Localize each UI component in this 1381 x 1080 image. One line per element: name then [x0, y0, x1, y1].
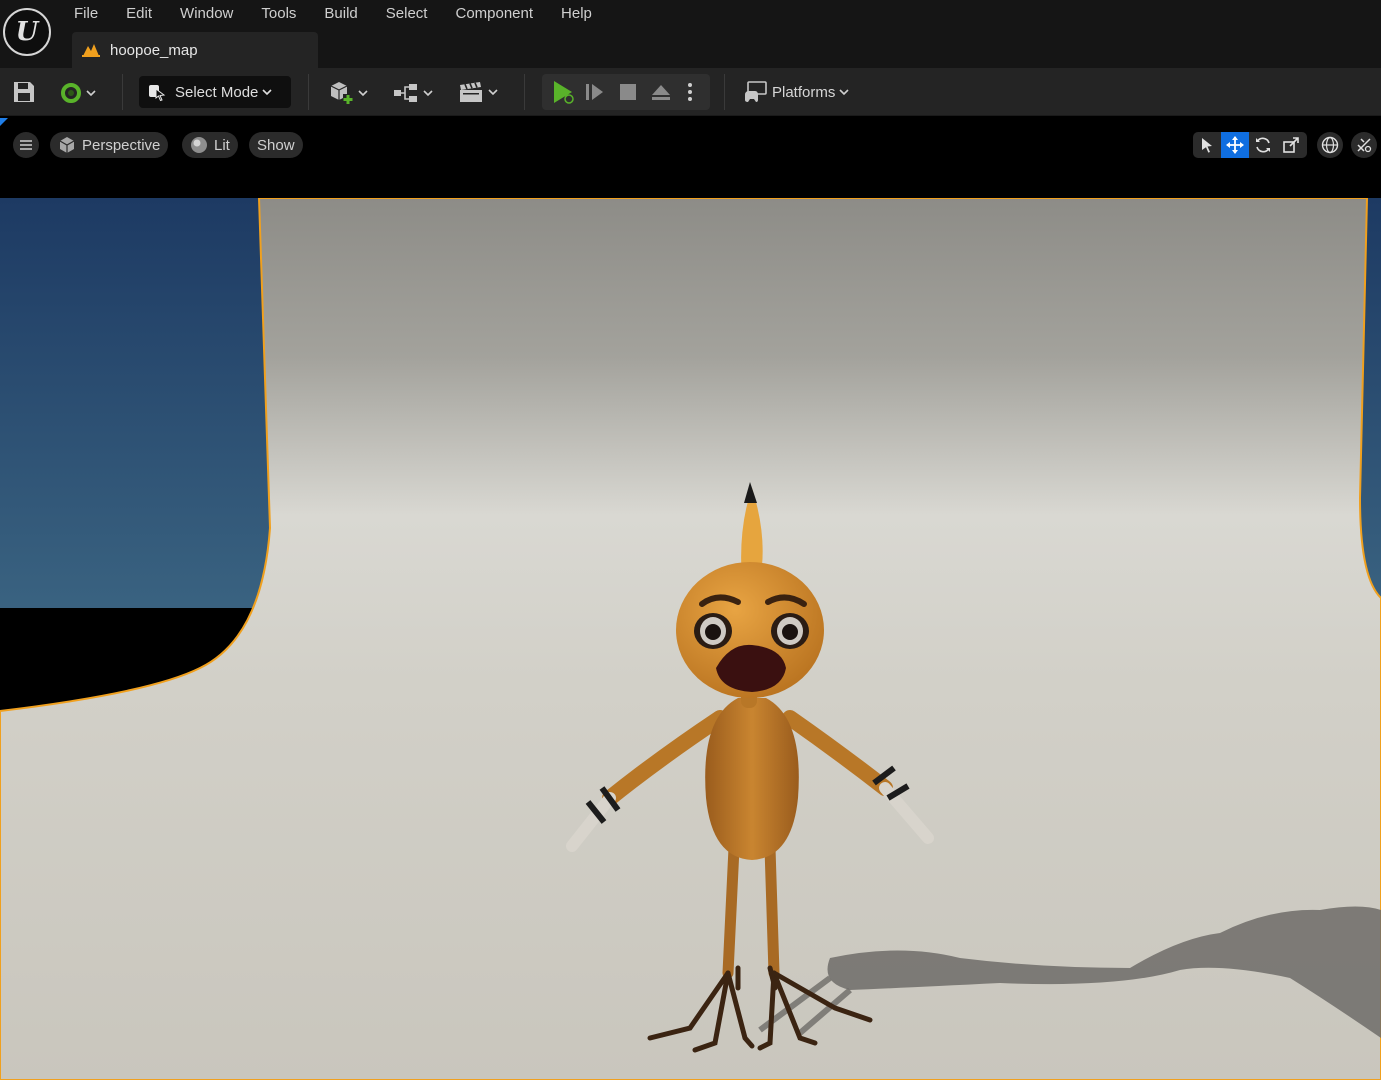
rotate-icon [1256, 137, 1270, 153]
play-button[interactable] [548, 77, 578, 107]
perspective-label: Perspective [82, 136, 161, 154]
lit-sphere-icon [191, 137, 207, 153]
menu-file[interactable]: File [60, 0, 112, 28]
coordinate-space-button[interactable] [1317, 132, 1343, 158]
add-content-button[interactable] [328, 80, 368, 106]
play-icon [554, 81, 574, 104]
menu-tools[interactable]: Tools [247, 0, 310, 28]
level-viewport[interactable]: Perspective Lit Show [0, 118, 1381, 1080]
platforms-label: Platforms [772, 83, 836, 101]
document-tab[interactable]: hoopoe_map [72, 32, 318, 68]
advance-frame-button[interactable] [578, 77, 612, 107]
save-icon [14, 82, 34, 102]
eject-icon [652, 85, 670, 100]
chevron-down-icon [423, 90, 433, 97]
logo-letter: U [15, 17, 39, 47]
select-tool-button[interactable] [1193, 132, 1221, 158]
stop-button[interactable] [612, 77, 644, 107]
lit-label: Lit [214, 136, 230, 154]
hamburger-menu-icon [20, 140, 32, 150]
menu-edit[interactable]: Edit [112, 0, 166, 28]
viewport-toolbar: Perspective Lit Show [0, 118, 1381, 198]
chevron-down-icon [86, 90, 96, 97]
move-arrows-icon [1226, 136, 1244, 154]
scale-tool-button[interactable] [1277, 132, 1305, 158]
chevron-down-icon [488, 89, 498, 96]
blueprints-button[interactable] [393, 82, 433, 104]
menu-bar: File Edit Window Tools Build Select Comp… [60, 0, 606, 28]
blueprint-icon [394, 84, 417, 102]
level-icon [82, 44, 100, 57]
viewport-focus-marker [0, 118, 8, 126]
title-bar: U File Edit Window Tools Build Select Co… [0, 0, 1381, 68]
view-mode-button[interactable]: Lit [182, 132, 238, 158]
step-icon [586, 84, 603, 100]
pointer-icon [1202, 138, 1212, 153]
save-button[interactable] [12, 80, 36, 104]
menu-build[interactable]: Build [310, 0, 371, 28]
globe-icon [1321, 136, 1339, 154]
translate-tool-button[interactable] [1221, 132, 1249, 158]
select-mode-dropdown[interactable]: Select Mode [139, 76, 291, 108]
menu-help[interactable]: Help [547, 0, 606, 28]
select-mode-label: Select Mode [175, 83, 259, 101]
cursor-select-icon [149, 85, 166, 102]
toolbar-divider [724, 74, 725, 110]
rotate-tool-button[interactable] [1249, 132, 1277, 158]
perspective-view-button[interactable]: Perspective [50, 132, 169, 158]
more-options-icon [688, 83, 692, 101]
platforms-dropdown[interactable]: Platforms [744, 76, 849, 108]
source-control-button[interactable] [60, 82, 96, 104]
platforms-icon [745, 81, 767, 102]
surface-snap-icon [1357, 138, 1372, 153]
cinematics-button[interactable] [458, 81, 498, 103]
source-control-icon [61, 83, 81, 103]
clapperboard-icon [460, 82, 482, 102]
toolbar-divider [122, 74, 123, 110]
unreal-logo-icon[interactable]: U [3, 8, 51, 56]
more-options-button[interactable] [678, 77, 702, 107]
add-actor-icon [330, 82, 353, 104]
document-tab-label: hoopoe_map [110, 41, 198, 59]
scale-icon [1283, 137, 1299, 153]
toolbar-divider [308, 74, 309, 110]
play-controls [542, 74, 710, 110]
chevron-down-icon [262, 89, 272, 96]
toolbar-divider [524, 74, 525, 110]
chevron-down-icon [358, 90, 368, 97]
menu-window[interactable]: Window [166, 0, 247, 28]
scene-render[interactable] [0, 198, 1381, 1080]
menu-component[interactable]: Component [441, 0, 547, 28]
stop-icon [620, 84, 636, 100]
transform-tools [1193, 132, 1307, 158]
viewport-options-button[interactable] [13, 132, 39, 158]
show-flags-button[interactable]: Show [249, 132, 303, 158]
menu-select[interactable]: Select [372, 0, 442, 28]
surface-snapping-button[interactable] [1351, 132, 1377, 158]
cube-perspective-icon [59, 137, 75, 153]
main-toolbar: Select Mode Platforms [0, 68, 1381, 116]
eject-button[interactable] [644, 77, 678, 107]
chevron-down-icon [839, 89, 849, 96]
show-label: Show [257, 136, 295, 154]
